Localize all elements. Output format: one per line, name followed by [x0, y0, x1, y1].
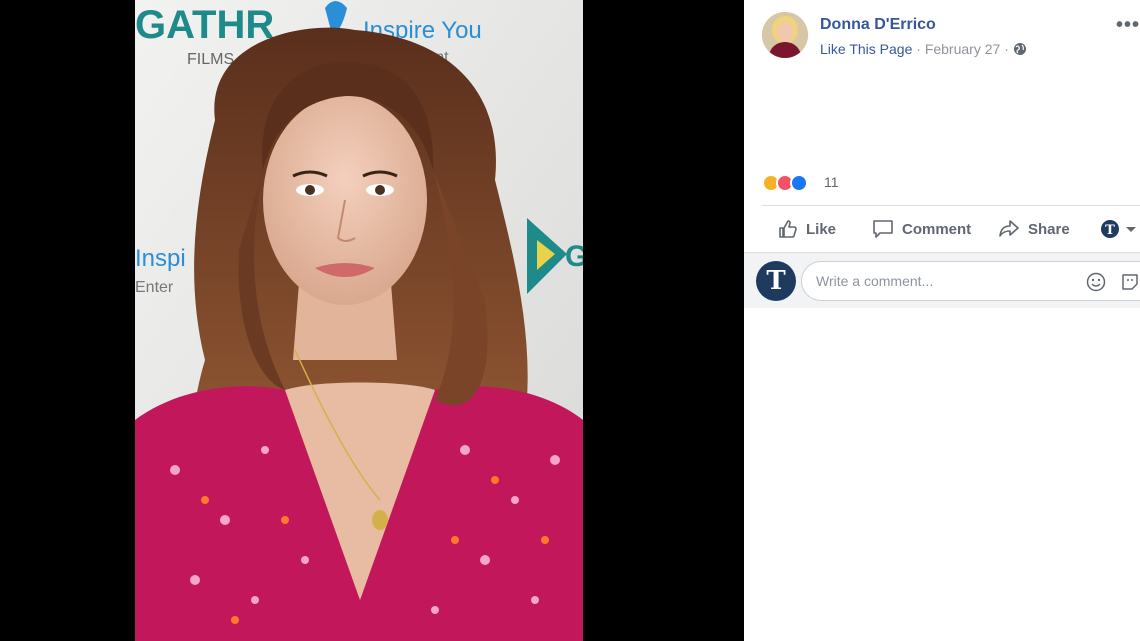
page-avatar[interactable] [762, 12, 808, 58]
like-button[interactable]: Like [778, 210, 836, 248]
comment-box[interactable] [801, 261, 1140, 301]
backdrop-side: Inspi [135, 245, 186, 272]
comment-composer: T [744, 253, 1140, 308]
like-page-link[interactable]: Like This Page [820, 41, 912, 57]
backdrop-right: G [565, 240, 583, 273]
like-label: Like [806, 220, 837, 238]
avatar-image [762, 12, 808, 58]
svg-text:T: T [1105, 223, 1115, 238]
backdrop-brand: GATHR [135, 3, 274, 47]
thumbs-up-icon [779, 220, 797, 238]
comment-label: Comment [902, 220, 972, 238]
backdrop-films: FILMS [187, 51, 234, 68]
more-options-button[interactable]: ••• [1116, 14, 1140, 37]
post-meta: Like This Page · February 27 · [820, 41, 1027, 57]
comment-input[interactable] [816, 262, 1076, 300]
post-sidebar: Donna D'Errico Like This Page · February… [744, 0, 1140, 641]
page-identity-icon: T [1101, 220, 1136, 238]
emoji-icon[interactable] [1086, 272, 1106, 292]
meta-separator: · [916, 41, 921, 57]
share-label: Share [1028, 220, 1070, 238]
divider [762, 205, 1140, 206]
page-name-link[interactable]: Donna D'Errico [820, 16, 936, 34]
post-date[interactable]: February 27 [925, 41, 1000, 57]
identity-switcher-button[interactable]: T [1100, 210, 1140, 248]
reaction-count[interactable]: 11 [824, 174, 839, 190]
post-header: Donna D'Errico Like This Page · February… [762, 12, 1140, 60]
backdrop-side-sub: Enter [135, 279, 174, 296]
comment-button[interactable]: Comment [872, 210, 971, 248]
reactions-summary[interactable]: 11 [762, 172, 962, 194]
like-reaction-icon [790, 174, 808, 192]
comment-icon [873, 220, 893, 238]
globe-icon[interactable] [1013, 42, 1027, 56]
meta-separator-2: · [1004, 41, 1009, 57]
share-icon [999, 220, 1019, 237]
commenter-avatar[interactable]: T [756, 261, 796, 301]
post-photo[interactable]: GATHR FILMS Inspire You ertainment Inspi… [135, 0, 583, 641]
photo-image: GATHR FILMS Inspire You ertainment Inspi… [135, 0, 583, 641]
sticker-icon[interactable] [1120, 272, 1140, 292]
photo-viewer: GATHR FILMS Inspire You ertainment Inspi… [0, 0, 1140, 641]
action-bar: Like Comment Share T [762, 210, 1140, 248]
share-button[interactable]: Share [998, 210, 1070, 248]
